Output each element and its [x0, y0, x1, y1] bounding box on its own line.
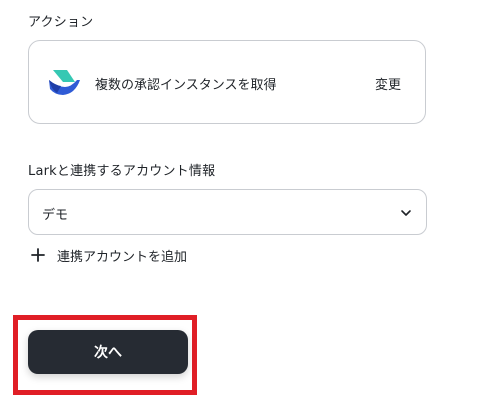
lark-logo-icon [49, 70, 80, 95]
add-account-label: 連携アカウントを追加 [57, 249, 188, 265]
account-section-label: Larkと連携するアカウント情報 [28, 164, 216, 179]
selected-account-value: デモ [42, 208, 69, 223]
action-card: 複数の承認インスタンスを取得 変更 [28, 40, 426, 124]
change-action-link[interactable]: 変更 [375, 74, 401, 93]
page: アクション 複数の承認インスタンスを取得 変更 Larkと連携するアカウント情報… [0, 0, 496, 403]
chevron-down-icon [401, 210, 411, 216]
add-account-button[interactable]: 連携アカウントを追加 [30, 244, 187, 266]
action-name: 複数の承認インスタンスを取得 [95, 78, 277, 93]
action-section-label: アクション [28, 15, 94, 30]
next-button[interactable]: 次へ [28, 330, 188, 374]
plus-icon [31, 248, 45, 262]
account-select[interactable]: デモ [28, 189, 427, 235]
